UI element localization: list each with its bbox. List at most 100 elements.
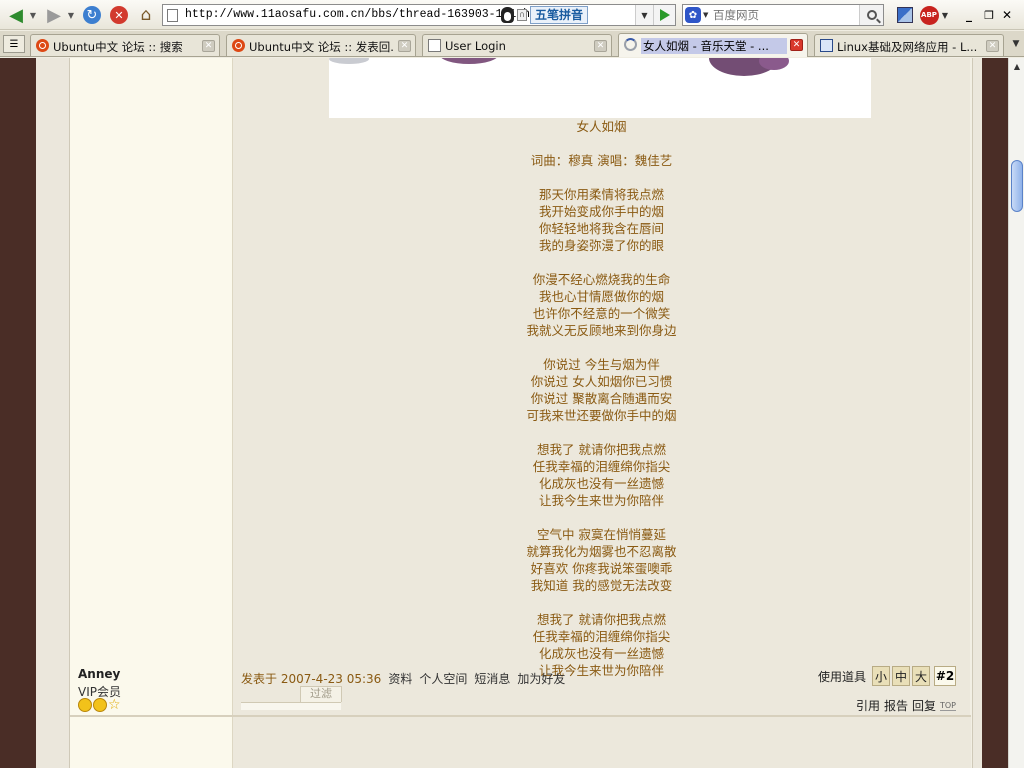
close-window-button[interactable]: ✕	[1000, 4, 1014, 26]
flower-image-part	[329, 58, 369, 64]
tab-user-login[interactable]: User Login ✕	[422, 34, 612, 56]
lyric-line: 让我今生来世为你陪伴	[538, 493, 664, 508]
adblock-dropdown[interactable]: ▼	[940, 4, 950, 26]
lyric-line: 那天你用柔情将我点燃	[538, 187, 664, 202]
lyric-spacer	[233, 424, 970, 441]
use-tools-link[interactable]: 使用道具	[818, 668, 866, 685]
profile-link[interactable]: 资料	[388, 670, 412, 687]
stop-icon: ✕	[110, 6, 128, 24]
tab-ubuntu-reply[interactable]: Ubuntu中文 论坛 :: 发表回... ✕	[226, 34, 416, 56]
tab-close-button[interactable]: ✕	[790, 39, 803, 51]
lyric-spacer	[233, 339, 970, 356]
chevron-down-icon: ▼	[641, 10, 648, 20]
scrollbar-thumb[interactable]	[1011, 160, 1023, 212]
restore-button[interactable]: ❐	[982, 4, 996, 26]
stop-button[interactable]: ✕	[108, 4, 130, 26]
reload-button[interactable]: ↻	[81, 4, 103, 26]
lyric-line: 我开始变成你手中的烟	[538, 204, 664, 219]
reload-icon: ↻	[83, 6, 101, 24]
smiley-icon	[78, 698, 92, 712]
scroll-up-button[interactable]: ▲	[1009, 58, 1024, 74]
vertical-scrollbar[interactable]: ▲	[1008, 58, 1024, 768]
lock-icon: ∩	[517, 9, 527, 21]
filter-tab[interactable]: 过滤	[300, 686, 342, 702]
url-bar[interactable]: http://www.11aosafu.com.cn/bbs/thread-16…	[162, 4, 676, 26]
lyric-line: 你说过 今生与烟为伴	[543, 357, 660, 372]
extension-button[interactable]	[894, 4, 916, 26]
close-icon: ✕	[1001, 8, 1013, 22]
arrow-right-icon: ▶	[47, 4, 61, 26]
star-icon: ☆	[108, 697, 121, 713]
tabs-scroll-button[interactable]: ▼	[1010, 36, 1022, 52]
forward-button[interactable]: ▶	[42, 4, 66, 26]
tab-list-button[interactable]: ☰	[3, 35, 25, 53]
home-button[interactable]: ⌂	[134, 4, 158, 26]
post-tools: 使用道具 小 中 大 #2	[818, 666, 957, 686]
lyric-line: 我也心甘情愿做你的烟	[538, 289, 664, 304]
search-button[interactable]	[859, 5, 883, 25]
tab-woman-like-smoke[interactable]: 女人如烟 - 音乐天堂 - ... ✕	[618, 33, 808, 57]
lyric-spacer	[233, 509, 970, 526]
page-margin-left	[36, 58, 70, 768]
lyric-line: 想我了 就请你把我点燃	[537, 442, 666, 457]
close-icon: ✕	[596, 40, 605, 51]
abp-icon: ABP	[919, 5, 939, 25]
tab-close-button[interactable]: ✕	[594, 40, 607, 52]
tab-close-button[interactable]: ✕	[202, 40, 215, 52]
lyric-line: 可我来世还要做你手中的烟	[526, 408, 677, 423]
back-button[interactable]: ◀	[4, 4, 28, 26]
tab-close-button[interactable]: ✕	[986, 40, 999, 52]
lyric-line: 你说过 女人如烟你已习惯	[530, 374, 673, 389]
report-link[interactable]: 报告	[884, 697, 908, 714]
quote-link[interactable]: 引用	[856, 697, 880, 714]
url-history-dropdown[interactable]: ▼	[635, 5, 653, 25]
post-meta: 发表于 2007-4-23 05:36 资料 个人空间 短消息 加为好友	[241, 670, 565, 687]
lyric-line: 好喜欢 你疼我说笨蛋噢乖	[530, 561, 673, 576]
font-medium-button[interactable]: 中	[892, 666, 911, 686]
personal-space-link[interactable]: 个人空间	[419, 670, 467, 687]
loading-icon	[624, 38, 637, 51]
tab-close-button[interactable]: ✕	[398, 40, 411, 52]
tab-bar: ☰ Ubuntu中文 论坛 :: 搜索 ✕ Ubuntu中文 论坛 :: 发表回…	[0, 31, 1024, 57]
lyric-line: 我的身姿弥漫了你的眼	[538, 238, 664, 253]
tab-linux-basics[interactable]: Linux基础及网络应用 - L... ✕	[814, 34, 1004, 56]
search-input[interactable]	[713, 7, 853, 23]
lyric-spacer	[233, 254, 970, 271]
lyric-line: 就算我化为烟雾也不忍离散	[526, 544, 677, 559]
font-small-button[interactable]: 小	[872, 666, 891, 686]
add-friend-link[interactable]: 加为好友	[517, 670, 565, 687]
page-border-right	[982, 58, 1008, 768]
ime-label[interactable]: 五笔拼音	[530, 6, 589, 24]
tab-label: Linux基础及网络应用 - L...	[837, 40, 978, 54]
smiley-icon	[93, 698, 107, 712]
post-lyrics: 女人如烟 词曲：穆真 演唱：魏佳艺 那天你用柔情将我点燃 我开始变成你手中的烟 你轻轻地…	[233, 118, 970, 679]
back-history-dropdown[interactable]: ▼	[28, 4, 38, 26]
private-message-link[interactable]: 短消息	[474, 670, 510, 687]
go-button[interactable]	[653, 5, 675, 25]
post-number[interactable]: #2	[934, 666, 957, 686]
page-margin-right	[972, 58, 982, 768]
post-date: 发表于 2007-4-23 05:36	[241, 672, 382, 686]
lyric-line: 想我了 就请你把我点燃	[537, 612, 666, 627]
tab-ubuntu-search[interactable]: Ubuntu中文 论坛 :: 搜索 ✕	[30, 34, 220, 56]
post-author-column	[70, 717, 233, 768]
reply-link[interactable]: 回复	[912, 697, 936, 714]
lyric-line: 任我幸福的泪缠绵你指尖	[532, 459, 671, 474]
baidu-paw-icon[interactable]: ✿	[685, 7, 701, 23]
search-bar: ✿ ▼	[682, 4, 884, 26]
close-icon: ✕	[792, 39, 801, 50]
close-icon: ✕	[988, 40, 997, 51]
font-large-button[interactable]: 大	[912, 666, 931, 686]
author-name[interactable]: Anney	[78, 667, 120, 681]
lyric-line: 我就义无反顾地来到你身边	[526, 323, 677, 338]
filter-box	[241, 702, 341, 710]
chevron-down-icon[interactable]: ▼	[703, 11, 708, 19]
restore-icon: ❐	[984, 8, 994, 22]
minimize-button[interactable]: _	[962, 4, 976, 26]
minimize-icon: _	[966, 8, 972, 22]
adblock-plus-button[interactable]: ABP	[918, 4, 940, 26]
forward-history-dropdown[interactable]: ▼	[66, 4, 76, 26]
ime-indicator: ∩ 五笔拼音	[501, 6, 589, 24]
url-text[interactable]: http://www.11aosafu.com.cn/bbs/thread-16…	[185, 8, 551, 21]
back-to-top-link[interactable]: TOP	[939, 701, 956, 711]
